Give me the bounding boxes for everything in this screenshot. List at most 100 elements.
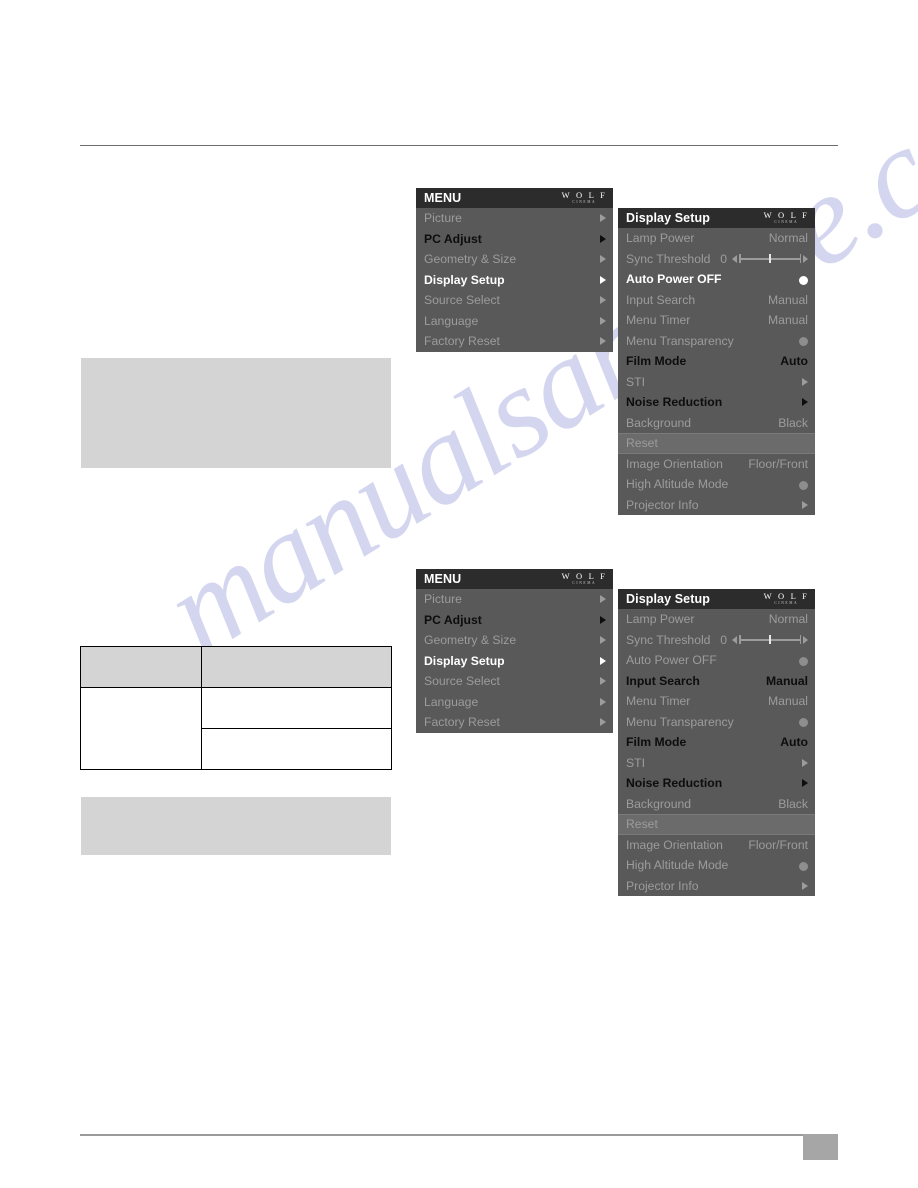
osd-item-value[interactable] xyxy=(600,633,606,647)
osd-item-value[interactable]: Normal xyxy=(769,231,808,245)
osd-item-value[interactable] xyxy=(600,232,606,246)
slider-control[interactable]: 0 xyxy=(720,633,808,647)
osd-item-film-mode[interactable]: Film Mode Auto xyxy=(618,351,815,372)
osd-item-value[interactable]: Floor/Front xyxy=(748,838,808,852)
osd-item-value[interactable]: Auto xyxy=(780,354,808,368)
osd-item-auto-power-off[interactable]: Auto Power OFF xyxy=(618,269,815,290)
osd-item-value[interactable] xyxy=(802,879,808,893)
osd-item-noise-reduction[interactable]: Noise Reduction xyxy=(618,773,815,794)
osd-item-value[interactable] xyxy=(600,613,606,627)
slider-knob[interactable] xyxy=(769,635,771,645)
osd-item-auto-power-off[interactable]: Auto Power OFF xyxy=(618,650,815,671)
osd-item-background[interactable]: Background Black xyxy=(618,794,815,815)
osd-item-value[interactable] xyxy=(799,715,808,729)
osd-display-setup-upper[interactable]: Display Setup W O L F CINEMA Lamp Power Norm… xyxy=(618,208,815,515)
osd-item-lamp-power[interactable]: Lamp Power Normal xyxy=(618,228,815,249)
slider-right-arrow-icon[interactable] xyxy=(803,254,808,263)
osd-item-display-setup[interactable]: Display Setup xyxy=(416,651,613,672)
osd-item-menu-timer[interactable]: Menu Timer Manual xyxy=(618,691,815,712)
osd-item-value[interactable] xyxy=(799,858,808,872)
osd-item-value[interactable]: 0 xyxy=(720,252,808,266)
osd-item-menu-transparency[interactable]: Menu Transparency xyxy=(618,712,815,733)
osd-item-value[interactable]: Normal xyxy=(769,612,808,626)
osd-item-display-setup[interactable]: Display Setup xyxy=(416,270,613,291)
osd-root-menu-lower[interactable]: MENU W O L F CINEMA Picture PC Adjust Geometr… xyxy=(416,569,613,733)
osd-display-setup-lower[interactable]: Display Setup W O L F CINEMA Lamp Power Norm… xyxy=(618,589,815,896)
osd-item-projector-info[interactable]: Projector Info xyxy=(618,876,815,897)
osd-item-value[interactable] xyxy=(802,498,808,512)
osd-item-sync-threshold[interactable]: Sync Threshold 0 xyxy=(618,630,815,651)
osd-item-sti[interactable]: STI xyxy=(618,753,815,774)
osd-item-value[interactable]: Manual xyxy=(766,674,808,688)
osd-item-value[interactable] xyxy=(600,293,606,307)
osd-item-value[interactable] xyxy=(799,272,808,286)
osd-item-source-select[interactable]: Source Select xyxy=(416,671,613,692)
osd-item-geometry-size[interactable]: Geometry & Size xyxy=(416,630,613,651)
osd-item-value[interactable] xyxy=(600,592,606,606)
osd-item-value[interactable] xyxy=(600,715,606,729)
osd-item-value[interactable] xyxy=(600,695,606,709)
wolf-cinema-logo: W O L F CINEMA xyxy=(764,592,809,605)
slider-knob[interactable] xyxy=(769,254,771,264)
osd-item-geometry-size[interactable]: Geometry & Size xyxy=(416,249,613,270)
osd-root-menu-upper[interactable]: MENU W O L F CINEMA Picture PC Adjust Geometr… xyxy=(416,188,613,352)
osd-item-film-mode[interactable]: Film Mode Auto xyxy=(618,732,815,753)
osd-item-value[interactable] xyxy=(600,334,606,348)
slider-left-arrow-icon[interactable] xyxy=(732,254,737,263)
osd-item-value[interactable] xyxy=(600,314,606,328)
osd-item-value[interactable] xyxy=(600,252,606,266)
osd-item-value[interactable]: Floor/Front xyxy=(748,457,808,471)
osd-item-value[interactable] xyxy=(802,776,808,790)
osd-item-value[interactable] xyxy=(600,211,606,225)
osd-item-factory-reset[interactable]: Factory Reset xyxy=(416,712,613,733)
osd-item-value[interactable]: Manual xyxy=(768,313,808,327)
osd-item-menu-timer[interactable]: Menu Timer Manual xyxy=(618,310,815,331)
osd-item-value[interactable] xyxy=(600,654,606,668)
osd-item-language[interactable]: Language xyxy=(416,692,613,713)
slider-right-arrow-icon[interactable] xyxy=(803,635,808,644)
osd-item-value[interactable] xyxy=(799,653,808,667)
osd-item-projector-info[interactable]: Projector Info xyxy=(618,495,815,516)
osd-item-input-search[interactable]: Input Search Manual xyxy=(618,290,815,311)
osd-item-input-search[interactable]: Input Search Manual xyxy=(618,671,815,692)
osd-item-background[interactable]: Background Black xyxy=(618,413,815,434)
osd-item-value[interactable]: Black xyxy=(778,416,808,430)
osd-item-lamp-power[interactable]: Lamp Power Normal xyxy=(618,609,815,630)
slider-left-arrow-icon[interactable] xyxy=(732,635,737,644)
logo-subtext: CINEMA xyxy=(774,219,799,224)
osd-item-sti[interactable]: STI xyxy=(618,372,815,393)
osd-item-value[interactable] xyxy=(802,756,808,770)
osd-item-high-altitude-mode[interactable]: High Altitude Mode xyxy=(618,855,815,876)
osd-item-noise-reduction[interactable]: Noise Reduction xyxy=(618,392,815,413)
osd-item-value[interactable] xyxy=(600,273,606,287)
osd-item-pc-adjust[interactable]: PC Adjust xyxy=(416,610,613,631)
osd-item-value[interactable]: Manual xyxy=(768,293,808,307)
osd-item-value[interactable]: Auto xyxy=(780,735,808,749)
osd-item-language[interactable]: Language xyxy=(416,311,613,332)
osd-item-pc-adjust[interactable]: PC Adjust xyxy=(416,229,613,250)
osd-item-picture[interactable]: Picture xyxy=(416,589,613,610)
osd-item-source-select[interactable]: Source Select xyxy=(416,290,613,311)
osd-item-reset[interactable]: Reset xyxy=(618,814,815,835)
osd-item-image-orientation[interactable]: Image Orientation Floor/Front xyxy=(618,835,815,856)
slider-track[interactable] xyxy=(739,254,801,264)
chevron-right-icon xyxy=(600,296,606,305)
osd-item-sync-threshold[interactable]: Sync Threshold 0 xyxy=(618,249,815,270)
slider-track[interactable] xyxy=(739,635,801,645)
osd-item-value[interactable]: 0 xyxy=(720,633,808,647)
osd-item-value[interactable] xyxy=(799,477,808,491)
chevron-right-icon xyxy=(600,697,606,706)
osd-item-menu-transparency[interactable]: Menu Transparency xyxy=(618,331,815,352)
osd-item-value[interactable] xyxy=(799,334,808,348)
osd-item-factory-reset[interactable]: Factory Reset xyxy=(416,331,613,352)
osd-item-picture[interactable]: Picture xyxy=(416,208,613,229)
osd-item-value[interactable] xyxy=(802,375,808,389)
osd-item-value[interactable]: Black xyxy=(778,797,808,811)
osd-item-reset[interactable]: Reset xyxy=(618,433,815,454)
osd-item-value[interactable] xyxy=(600,674,606,688)
slider-control[interactable]: 0 xyxy=(720,252,808,266)
osd-item-image-orientation[interactable]: Image Orientation Floor/Front xyxy=(618,454,815,475)
osd-item-high-altitude-mode[interactable]: High Altitude Mode xyxy=(618,474,815,495)
osd-item-value[interactable]: Manual xyxy=(768,694,808,708)
osd-item-value[interactable] xyxy=(802,395,808,409)
